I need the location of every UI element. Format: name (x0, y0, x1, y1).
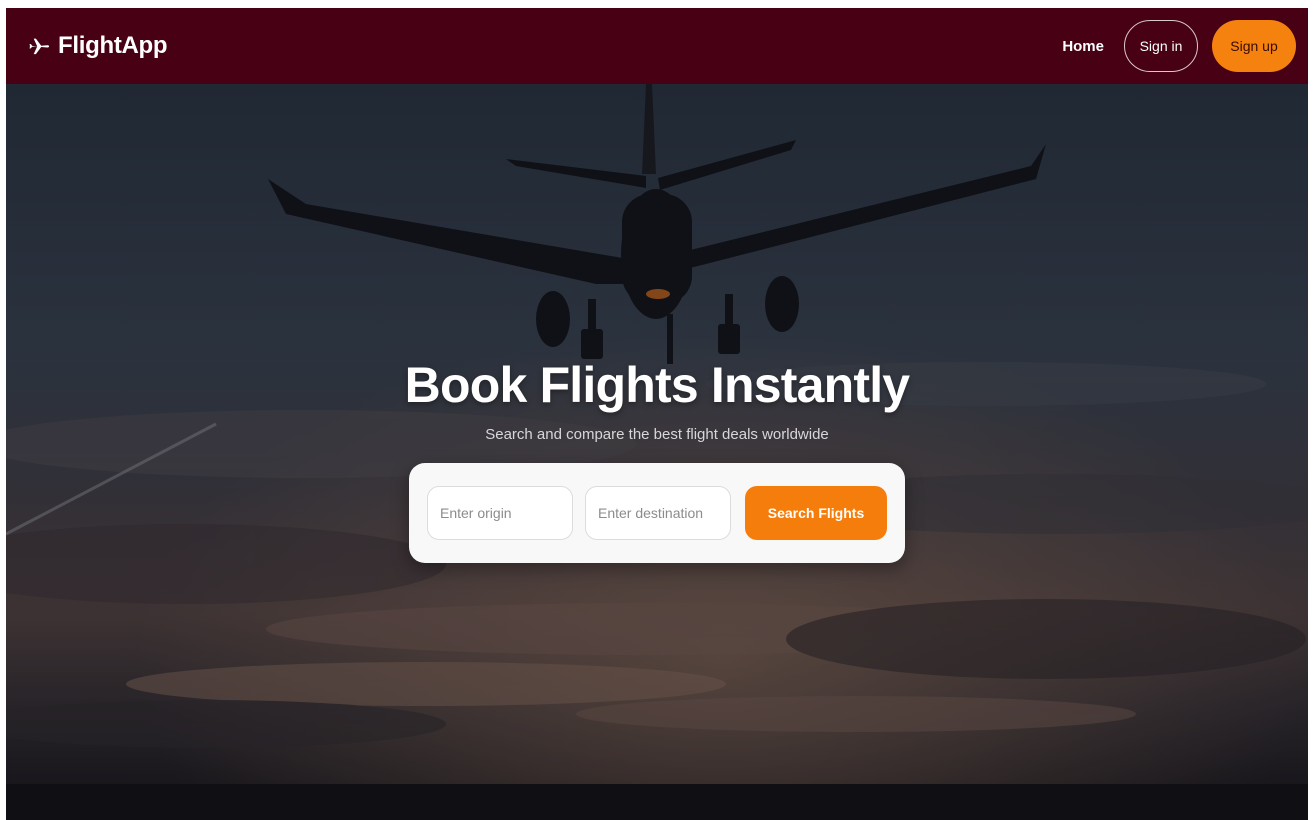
hero-section: Book Flights Instantly Search and compar… (6, 84, 1308, 820)
destination-input[interactable] (585, 486, 731, 540)
app-window: FlightApp Home Sign in Sign up Book Flig… (6, 8, 1308, 820)
hero-title: Book Flights Instantly (404, 357, 910, 413)
top-navbar: FlightApp Home Sign in Sign up (6, 8, 1308, 84)
nav-actions: Home Sign in Sign up (1062, 20, 1296, 72)
nav-home-link[interactable]: Home (1062, 38, 1104, 55)
brand-name: FlightApp (58, 32, 168, 59)
flight-search-form: Search Flights (409, 463, 905, 563)
origin-input[interactable] (427, 486, 573, 540)
airplane-icon (28, 35, 50, 57)
search-flights-button[interactable]: Search Flights (745, 486, 887, 540)
brand-logo[interactable]: FlightApp (28, 32, 168, 60)
signin-button[interactable]: Sign in (1124, 20, 1198, 72)
hero-subtitle: Search and compare the best flight deals… (485, 426, 829, 443)
signup-button[interactable]: Sign up (1212, 20, 1296, 72)
hero-content: Book Flights Instantly Search and compar… (6, 84, 1308, 820)
